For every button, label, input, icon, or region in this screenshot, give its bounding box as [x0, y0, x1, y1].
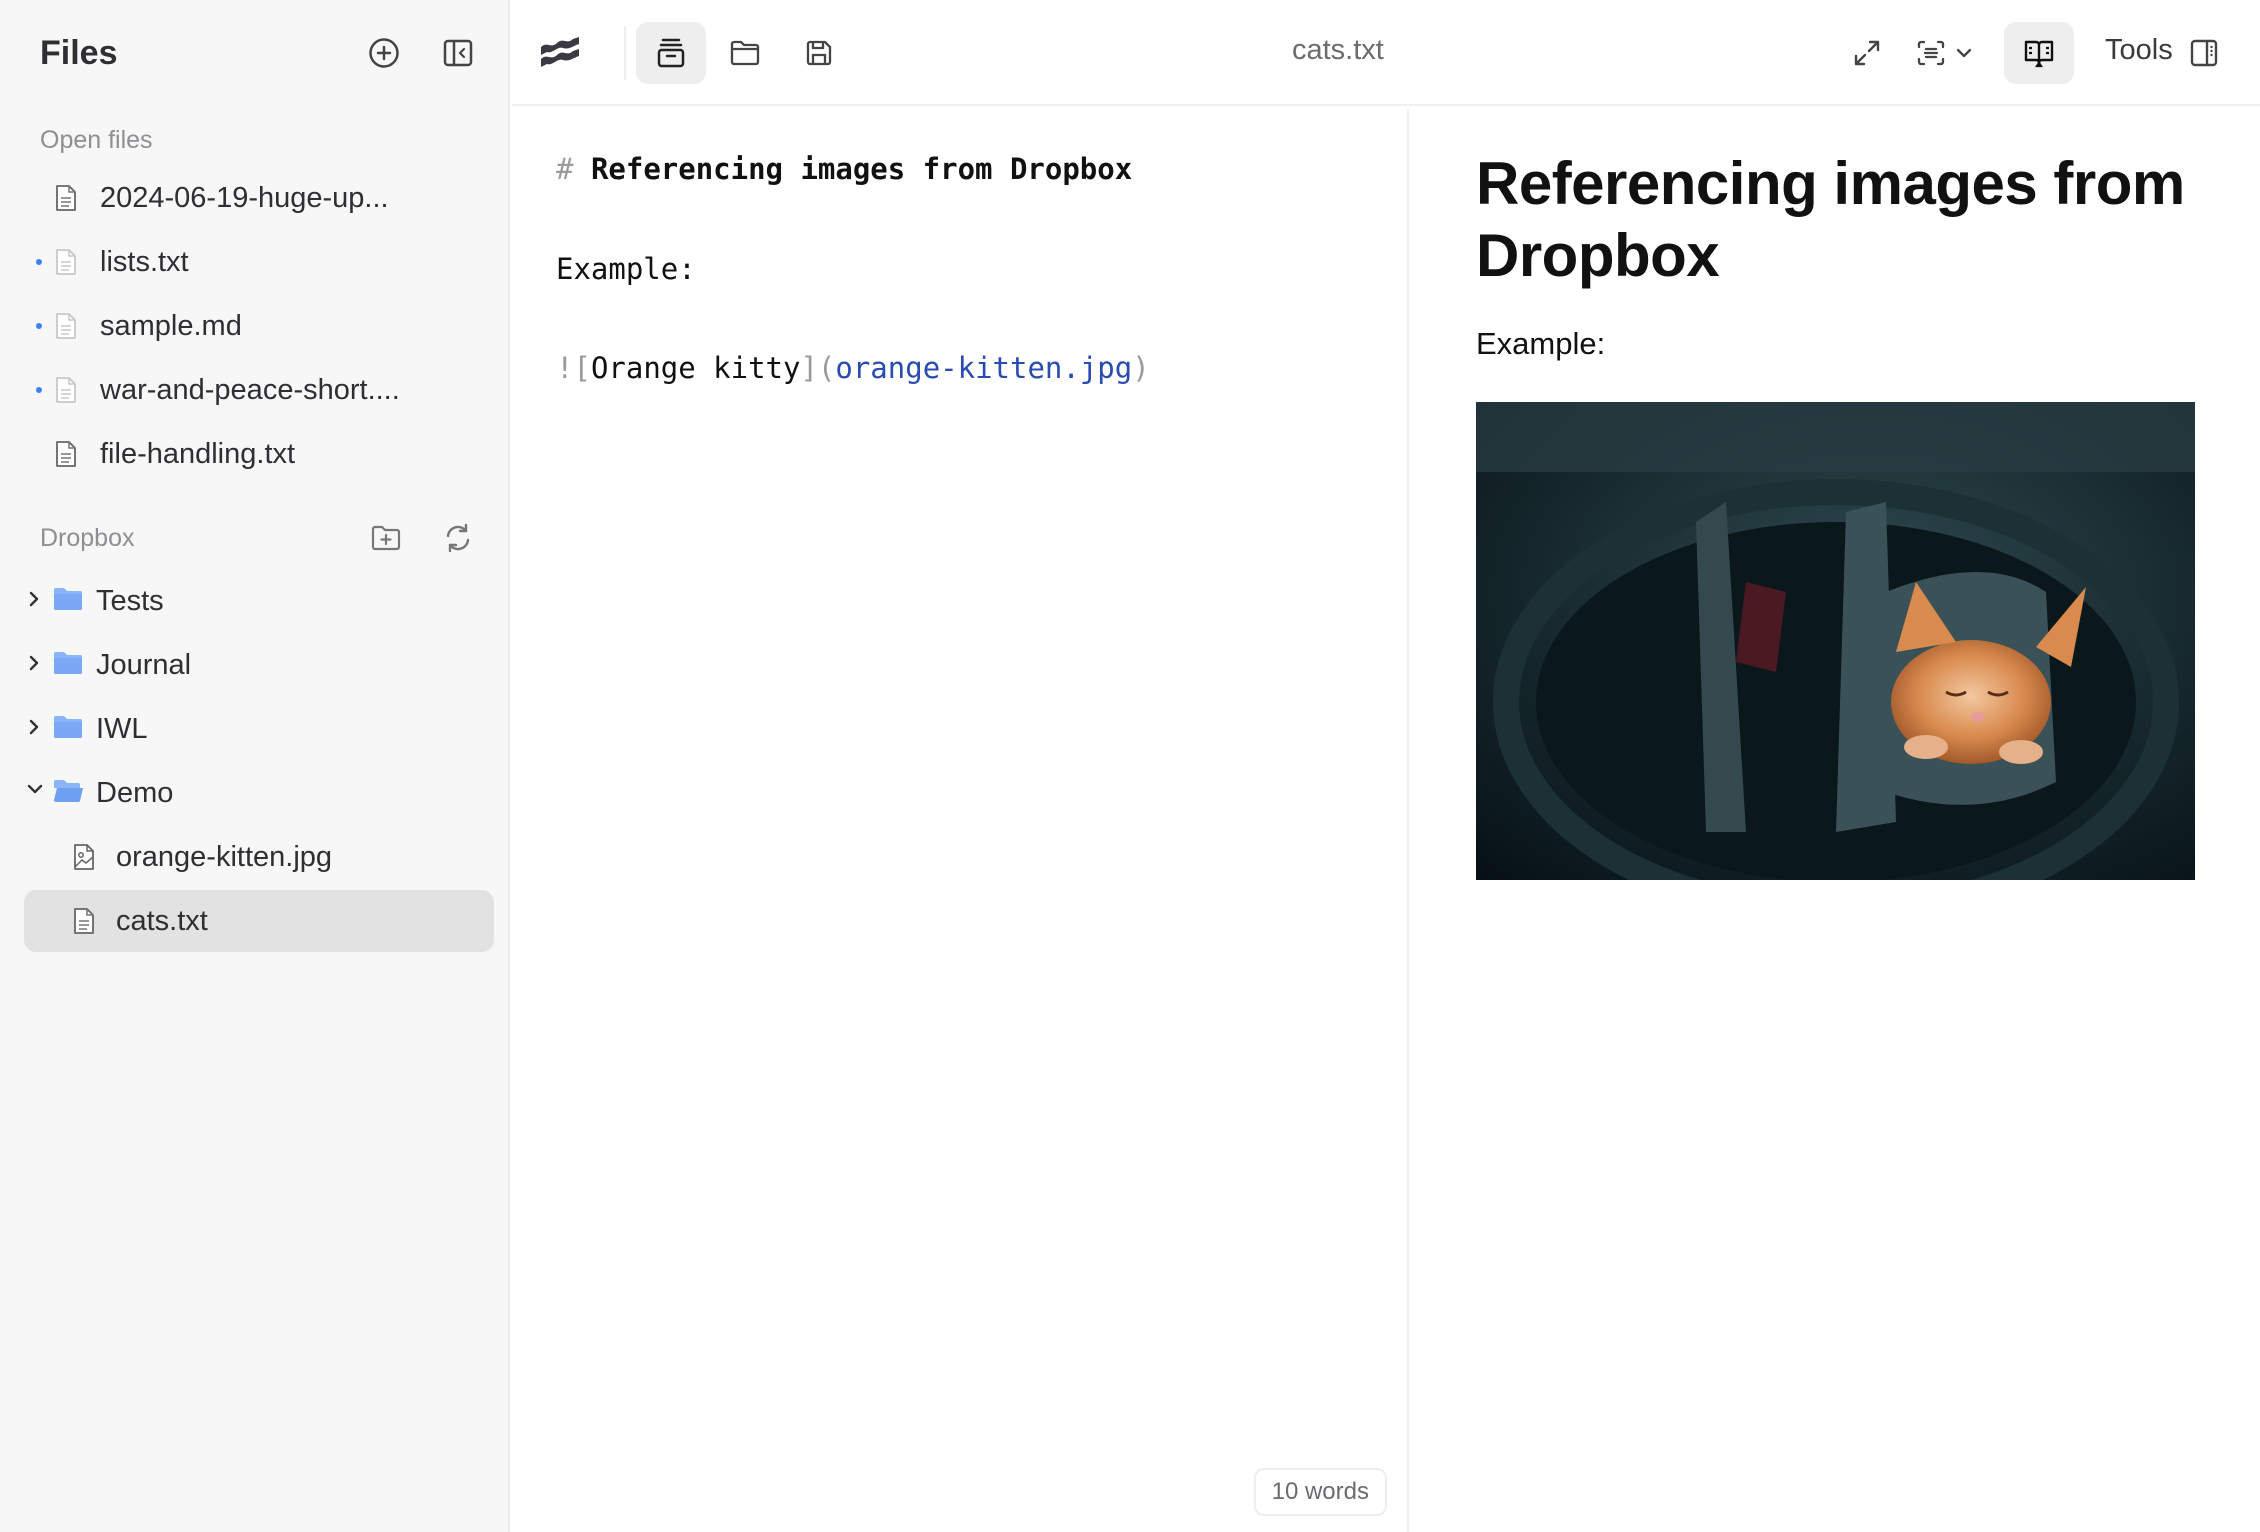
markdown-editor[interactable]: # Referencing images from Dropbox Exampl…	[512, 108, 1409, 1532]
reader-mode-button[interactable]	[2004, 22, 2074, 84]
document-icon	[56, 377, 76, 403]
folder-name: IWL	[96, 713, 148, 745]
preview-image-kitten	[1476, 402, 2195, 880]
document-icon	[74, 908, 94, 934]
file-name: cats.txt	[116, 905, 208, 937]
alt-close-bracket: ]	[800, 351, 818, 385]
folder-iwl[interactable]: IWL	[24, 698, 494, 760]
kitten-photo	[1476, 402, 2195, 880]
right-panel-button[interactable]	[2179, 22, 2229, 84]
preview-paragraph: Example:	[1476, 326, 1606, 361]
file-name: orange-kitten.jpg	[116, 841, 333, 873]
image-bang: !	[556, 351, 574, 385]
refresh-button[interactable]	[433, 513, 483, 563]
alt-open-bracket: [	[573, 351, 591, 385]
word-count-badge: 10 words	[1253, 1468, 1387, 1516]
reader-book-icon	[2024, 40, 2054, 68]
open-file-name: file-handling.txt	[100, 438, 296, 470]
new-folder-button[interactable]	[361, 513, 411, 563]
unsaved-indicator	[36, 323, 42, 329]
folder-icon	[54, 652, 82, 674]
sidebar: Files Open files 2024-06-19-huge-up... li…	[0, 0, 510, 1532]
open-file-name: lists.txt	[100, 246, 189, 278]
right-panel-icon	[2190, 39, 2218, 67]
folder-icon	[54, 716, 82, 738]
open-file-name: war-and-peace-short....	[100, 374, 400, 406]
chevron-down-icon	[1956, 48, 1972, 58]
dropbox-label: Dropbox	[40, 524, 135, 552]
open-file-name: sample.md	[100, 310, 242, 342]
folder-journal[interactable]: Journal	[24, 634, 494, 696]
open-file-item[interactable]: war-and-peace-short....	[24, 359, 494, 421]
save-button[interactable]	[784, 22, 854, 84]
folder-name: Tests	[96, 585, 164, 617]
unsaved-indicator	[36, 387, 42, 393]
unsaved-indicator	[36, 259, 42, 265]
sidebar-collapse-icon	[443, 39, 473, 67]
waves-logo-icon	[541, 37, 579, 67]
open-folder-button[interactable]	[710, 22, 780, 84]
refresh-icon	[446, 523, 470, 553]
tools-button[interactable]: Tools	[2105, 34, 2173, 67]
expand-icon	[1854, 40, 1880, 66]
folder-name: Demo	[96, 777, 174, 809]
folder-tests[interactable]: Tests	[24, 570, 494, 632]
folder-open-icon	[730, 40, 760, 66]
folder-name: Journal	[96, 649, 192, 681]
sidebar-header: Files	[0, 0, 510, 106]
sidebar-title: Files	[40, 34, 118, 72]
open-file-item[interactable]: sample.md	[24, 295, 494, 357]
open-file-item[interactable]: lists.txt	[24, 231, 494, 293]
open-file-name: 2024-06-19-huge-up...	[100, 182, 389, 214]
document-icon	[56, 185, 76, 211]
heading-marker: #	[556, 152, 574, 186]
editor-paragraph-line[interactable]: Example:	[556, 252, 696, 286]
chevron-right-icon	[29, 719, 39, 735]
fullscreen-button[interactable]	[1832, 22, 1902, 84]
toolbar-divider	[624, 26, 626, 80]
plus-circle-icon	[369, 38, 399, 68]
open-file-item[interactable]: 2024-06-19-huge-up...	[24, 167, 494, 229]
editor-heading-line[interactable]: # Referencing images from Dropbox	[556, 152, 1132, 186]
open-files-label: Open files	[40, 126, 153, 154]
focus-mode-icon	[1917, 40, 1945, 66]
image-alt-text: Orange kitty	[590, 351, 801, 385]
collapse-sidebar-button[interactable]	[433, 28, 483, 78]
app-logo-button[interactable]	[526, 22, 596, 84]
archive-icon	[657, 38, 685, 68]
document-title: cats.txt	[1292, 34, 1384, 66]
toolbar: cats.txt Tools	[512, 0, 2260, 106]
document-icon	[56, 249, 76, 275]
open-file-item[interactable]: file-handling.txt	[24, 423, 494, 485]
image-file-icon	[74, 844, 94, 870]
file-orange-kitten-jpg[interactable]: orange-kitten.jpg	[24, 826, 494, 888]
folder-open-icon	[54, 780, 83, 803]
chevron-right-icon	[29, 591, 39, 607]
document-icon	[56, 313, 76, 339]
folder-demo[interactable]: Demo	[24, 762, 494, 824]
preview-heading: Referencing images from Dropbox	[1476, 150, 2185, 289]
document-icon	[56, 441, 76, 467]
new-file-button[interactable]	[359, 28, 409, 78]
markdown-preview: Referencing images from Dropbox Example:	[1411, 108, 2260, 1532]
save-icon	[806, 40, 832, 66]
editor-image-line[interactable]: ![Orange kitty](orange-kitten.jpg)	[556, 351, 1150, 385]
image-src-link[interactable]: orange-kitten.jpg	[835, 351, 1132, 385]
folder-plus-icon	[371, 525, 401, 551]
chevron-right-icon	[29, 655, 39, 671]
file-cats-txt[interactable]: cats.txt	[24, 890, 494, 952]
chevron-down-icon	[27, 784, 43, 794]
focus-mode-dropdown[interactable]	[1904, 22, 1984, 84]
src-close-paren: )	[1132, 351, 1150, 385]
heading-text: Referencing images from Dropbox	[590, 152, 1133, 186]
src-open-paren: (	[817, 351, 836, 385]
archive-button[interactable]	[636, 22, 706, 84]
folder-icon	[54, 588, 82, 610]
